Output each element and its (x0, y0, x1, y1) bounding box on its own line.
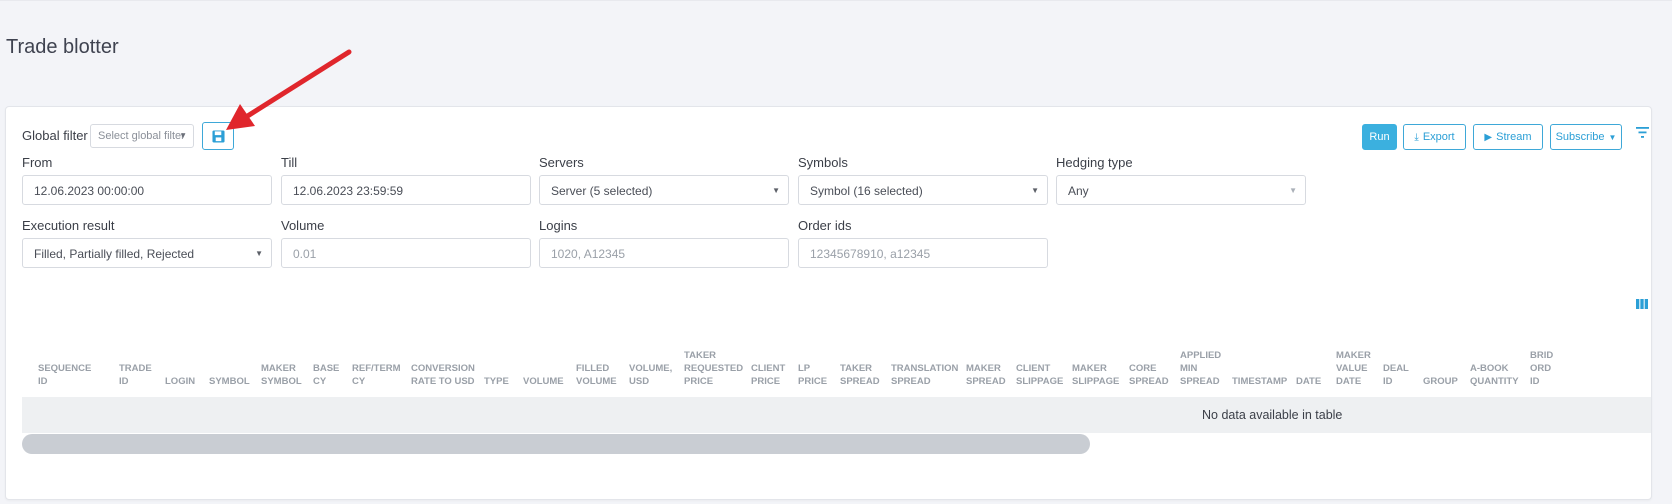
caret-down-icon: ▼ (1031, 186, 1039, 195)
column-header[interactable]: LOGIN (165, 375, 195, 388)
order-ids-label: Order ids (798, 218, 852, 233)
page-title: Trade blotter (6, 36, 119, 58)
column-header[interactable]: MAKER SYMBOL (261, 362, 302, 388)
column-header[interactable]: DATE (1296, 375, 1321, 388)
global-filter-select[interactable]: Select global filter ▼ (90, 124, 194, 148)
export-label: Export (1422, 131, 1455, 143)
symbols-select[interactable]: Symbol (16 selected) ▼ (798, 175, 1048, 205)
till-date-input[interactable]: 12.06.2023 23:59:59 (281, 175, 531, 205)
caret-down-icon: ▼ (255, 249, 263, 258)
download-icon: ⤓ (1414, 132, 1419, 143)
run-button[interactable]: Run (1362, 124, 1397, 150)
save-filter-button[interactable] (202, 122, 234, 150)
column-header[interactable]: A-BOOK QUANTITY (1470, 362, 1519, 388)
servers-select[interactable]: Server (5 selected) ▼ (539, 175, 789, 205)
column-header[interactable]: TYPE (484, 375, 509, 388)
stream-button[interactable]: ▶ Stream (1473, 124, 1543, 150)
export-button[interactable]: ⤓ Export (1403, 124, 1466, 150)
column-header[interactable]: CONVERSION RATE TO USD (411, 362, 475, 388)
filter-icon[interactable] (1636, 127, 1649, 138)
subscribe-button[interactable]: Subscribe ▼ (1550, 124, 1622, 150)
column-header[interactable]: CORE SPREAD (1129, 362, 1169, 388)
column-header[interactable]: BASE CY (313, 362, 339, 388)
execution-result-label: Execution result (22, 218, 115, 233)
column-header[interactable]: MAKER SLIPPAGE (1072, 362, 1119, 388)
table-header: SEQUENCE ID TRADE ID LOGIN SYMBOL MAKER … (22, 332, 1651, 388)
columns-icon[interactable] (1636, 299, 1648, 309)
column-header[interactable]: MAKER VALUE DATE (1336, 349, 1371, 388)
column-header[interactable]: MAKER SPREAD (966, 362, 1006, 388)
save-icon (212, 130, 225, 143)
column-header[interactable]: SEQUENCE ID (38, 362, 91, 388)
global-filter-placeholder: Select global filter (98, 130, 185, 142)
subscribe-label: Subscribe (1555, 131, 1605, 143)
hedging-type-label: Hedging type (1056, 155, 1133, 170)
execution-result-value: Filled, Partially filled, Rejected (34, 247, 195, 261)
column-header[interactable]: SYMBOL (209, 375, 250, 388)
column-header[interactable]: FILLED VOLUME (576, 362, 617, 388)
column-header[interactable]: TAKER REQUESTED PRICE (684, 349, 743, 388)
stream-label: Stream (1496, 131, 1532, 143)
volume-input[interactable]: 0.01 (281, 238, 531, 268)
column-header[interactable]: TRANSLATION SPREAD (891, 362, 958, 388)
logins-label: Logins (539, 218, 578, 233)
servers-value: Server (5 selected) (551, 184, 653, 198)
column-header[interactable]: CLIENT PRICE (751, 362, 785, 388)
caret-down-icon: ▼ (772, 186, 780, 195)
play-icon: ▶ (1484, 132, 1493, 143)
column-header[interactable]: CLIENT SLIPPAGE (1016, 362, 1063, 388)
empty-table-message: No data available in table (1202, 408, 1343, 422)
column-header[interactable]: BRID ORD ID (1530, 349, 1553, 388)
column-header[interactable]: DEAL ID (1383, 362, 1409, 388)
horizontal-scrollbar[interactable] (22, 434, 1090, 454)
column-header[interactable]: TRADE ID (119, 362, 152, 388)
trade-blotter-panel: Global filter Select global filter ▼ Run… (5, 106, 1652, 500)
execution-result-select[interactable]: Filled, Partially filled, Rejected ▼ (22, 238, 272, 268)
column-header[interactable]: VOLUME, USD (629, 362, 672, 388)
symbols-value: Symbol (16 selected) (810, 184, 923, 198)
volume-label: Volume (281, 218, 325, 233)
caret-down-icon: ▼ (179, 131, 187, 140)
hedging-type-value: Any (1068, 184, 1089, 198)
till-label: Till (281, 155, 298, 170)
top-divider (0, 0, 1672, 1)
column-header[interactable]: TIMESTAMP (1232, 375, 1287, 388)
column-header[interactable]: GROUP (1423, 375, 1458, 388)
hedging-type-select[interactable]: Any ▼ (1056, 175, 1306, 205)
global-filter-label: Global filter (22, 128, 88, 143)
order-ids-input[interactable]: 12345678910, a12345 (798, 238, 1048, 268)
caret-down-icon: ▼ (1608, 133, 1617, 142)
servers-label: Servers (539, 155, 584, 170)
caret-down-icon: ▼ (1289, 186, 1297, 195)
column-header[interactable]: VOLUME (523, 375, 564, 388)
logins-input[interactable]: 1020, A12345 (539, 238, 789, 268)
column-header[interactable]: REF/TERM CY (352, 362, 401, 388)
from-label: From (22, 155, 53, 170)
column-header[interactable]: APPLIED MIN SPREAD (1180, 349, 1221, 388)
column-header[interactable]: TAKER SPREAD (840, 362, 880, 388)
from-date-input[interactable]: 12.06.2023 00:00:00 (22, 175, 272, 205)
column-header[interactable]: LP PRICE (798, 362, 827, 388)
table-empty-row: No data available in table (22, 397, 1651, 433)
symbols-label: Symbols (798, 155, 848, 170)
